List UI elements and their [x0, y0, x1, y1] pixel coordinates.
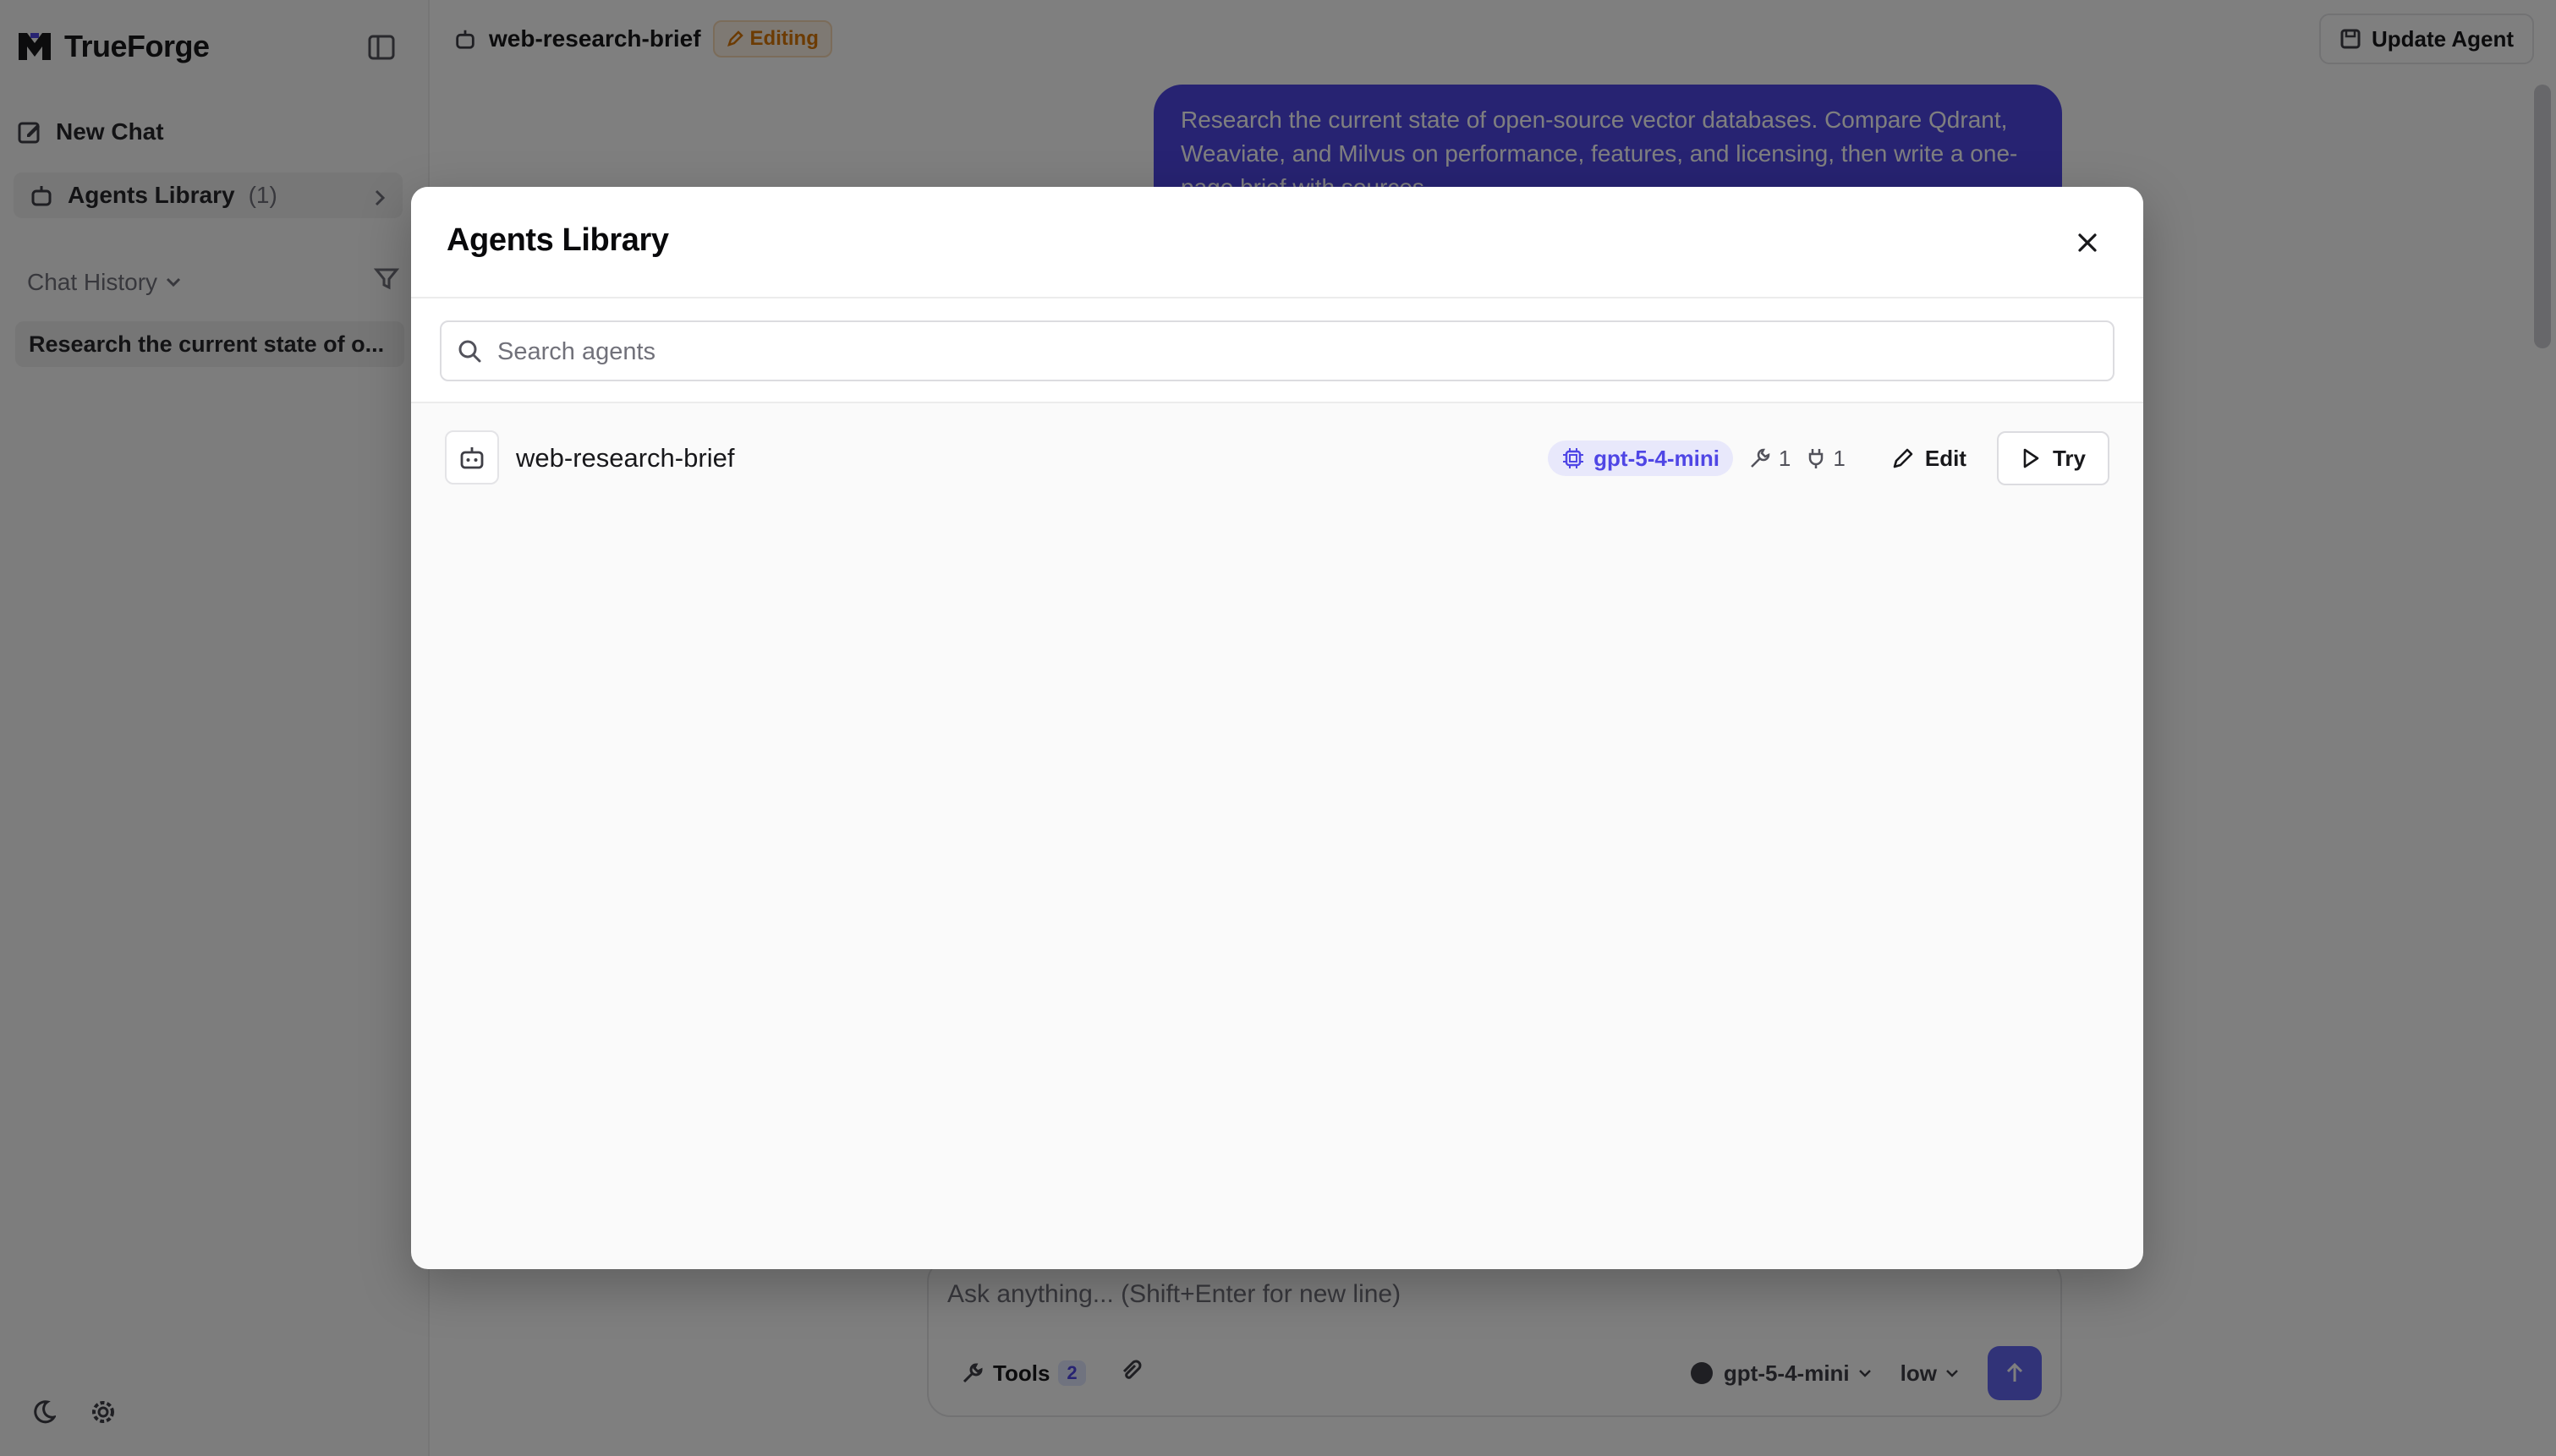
play-icon — [2023, 448, 2039, 468]
edit-button[interactable]: Edit — [1878, 431, 1980, 485]
cpu-icon — [1563, 448, 1584, 468]
agent-avatar — [445, 430, 499, 484]
agent-meta: gpt-5-4-mini 1 1 Edit Try — [1548, 430, 2109, 486]
search-input[interactable] — [496, 322, 2089, 381]
tools-count: 1 — [1778, 445, 1791, 471]
agents-library-modal: Agents Library web-research-brief gpt-5-… — [411, 187, 2143, 1269]
try-label: Try — [2052, 445, 2086, 471]
modal-header: Agents Library — [411, 187, 2143, 298]
modal-title: Agents Library — [447, 222, 669, 258]
search-section — [411, 298, 2143, 403]
edit-label: Edit — [1924, 445, 1966, 471]
agent-list-item[interactable]: web-research-brief gpt-5-4-mini 1 1 Edit… — [445, 430, 2109, 486]
plug-icon — [1809, 449, 1824, 468]
pencil-icon — [1893, 448, 1913, 468]
wrench-icon — [1751, 448, 1770, 468]
search-icon — [457, 338, 482, 368]
tools-stat: 1 — [1748, 446, 1791, 472]
close-icon — [2078, 233, 2097, 252]
plugins-count: 1 — [1833, 445, 1846, 471]
close-button[interactable] — [2071, 226, 2104, 260]
search-field[interactable] — [440, 320, 2114, 381]
model-badge: gpt-5-4-mini — [1548, 441, 1733, 476]
plugins-stat: 1 — [1806, 445, 1846, 472]
agent-name: web-research-brief — [516, 443, 735, 473]
try-button[interactable]: Try — [1996, 431, 2109, 485]
model-badge-label: gpt-5-4-mini — [1593, 445, 1720, 471]
robot-icon — [460, 447, 484, 469]
